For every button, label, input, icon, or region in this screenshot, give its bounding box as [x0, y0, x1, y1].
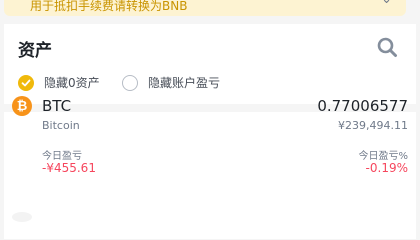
banner-text: 用于抵扣手续费请转换为BNB [30, 0, 188, 13]
radio-empty-icon [122, 74, 138, 91]
today-pnl-value: -¥455.61 [42, 161, 96, 175]
hide-account-pnl-label: 隐藏账户盈亏 [148, 76, 221, 90]
check-icon [18, 74, 34, 91]
bitcoin-icon: ₿ [12, 96, 32, 116]
search-icon[interactable] [376, 36, 398, 58]
convert-banner[interactable]: 用于抵扣手续费请转换为BNB ⌄ [4, 0, 406, 16]
asset-amount: 0.77006577 [317, 97, 408, 115]
asset-name: Bitcoin [42, 119, 80, 132]
today-pnl-pct-value: -0.19% [365, 161, 408, 175]
today-pnl-pct-label: 今日盈亏% [358, 151, 408, 162]
next-row-hint [12, 212, 32, 222]
chevron-down-icon[interactable]: ⌄ [381, 0, 392, 7]
section-title: 资产 [18, 41, 52, 61]
hide-zero-assets-checkbox[interactable]: 隐藏0资产 [18, 74, 100, 91]
hide-zero-assets-label: 隐藏0资产 [44, 76, 100, 90]
asset-fiat-value: ¥239,494.11 [338, 119, 408, 132]
today-pnl-label: 今日盈亏 [42, 151, 82, 162]
asset-symbol: BTC [42, 97, 72, 115]
hide-account-pnl-checkbox[interactable]: 隐藏账户盈亏 [122, 74, 220, 91]
